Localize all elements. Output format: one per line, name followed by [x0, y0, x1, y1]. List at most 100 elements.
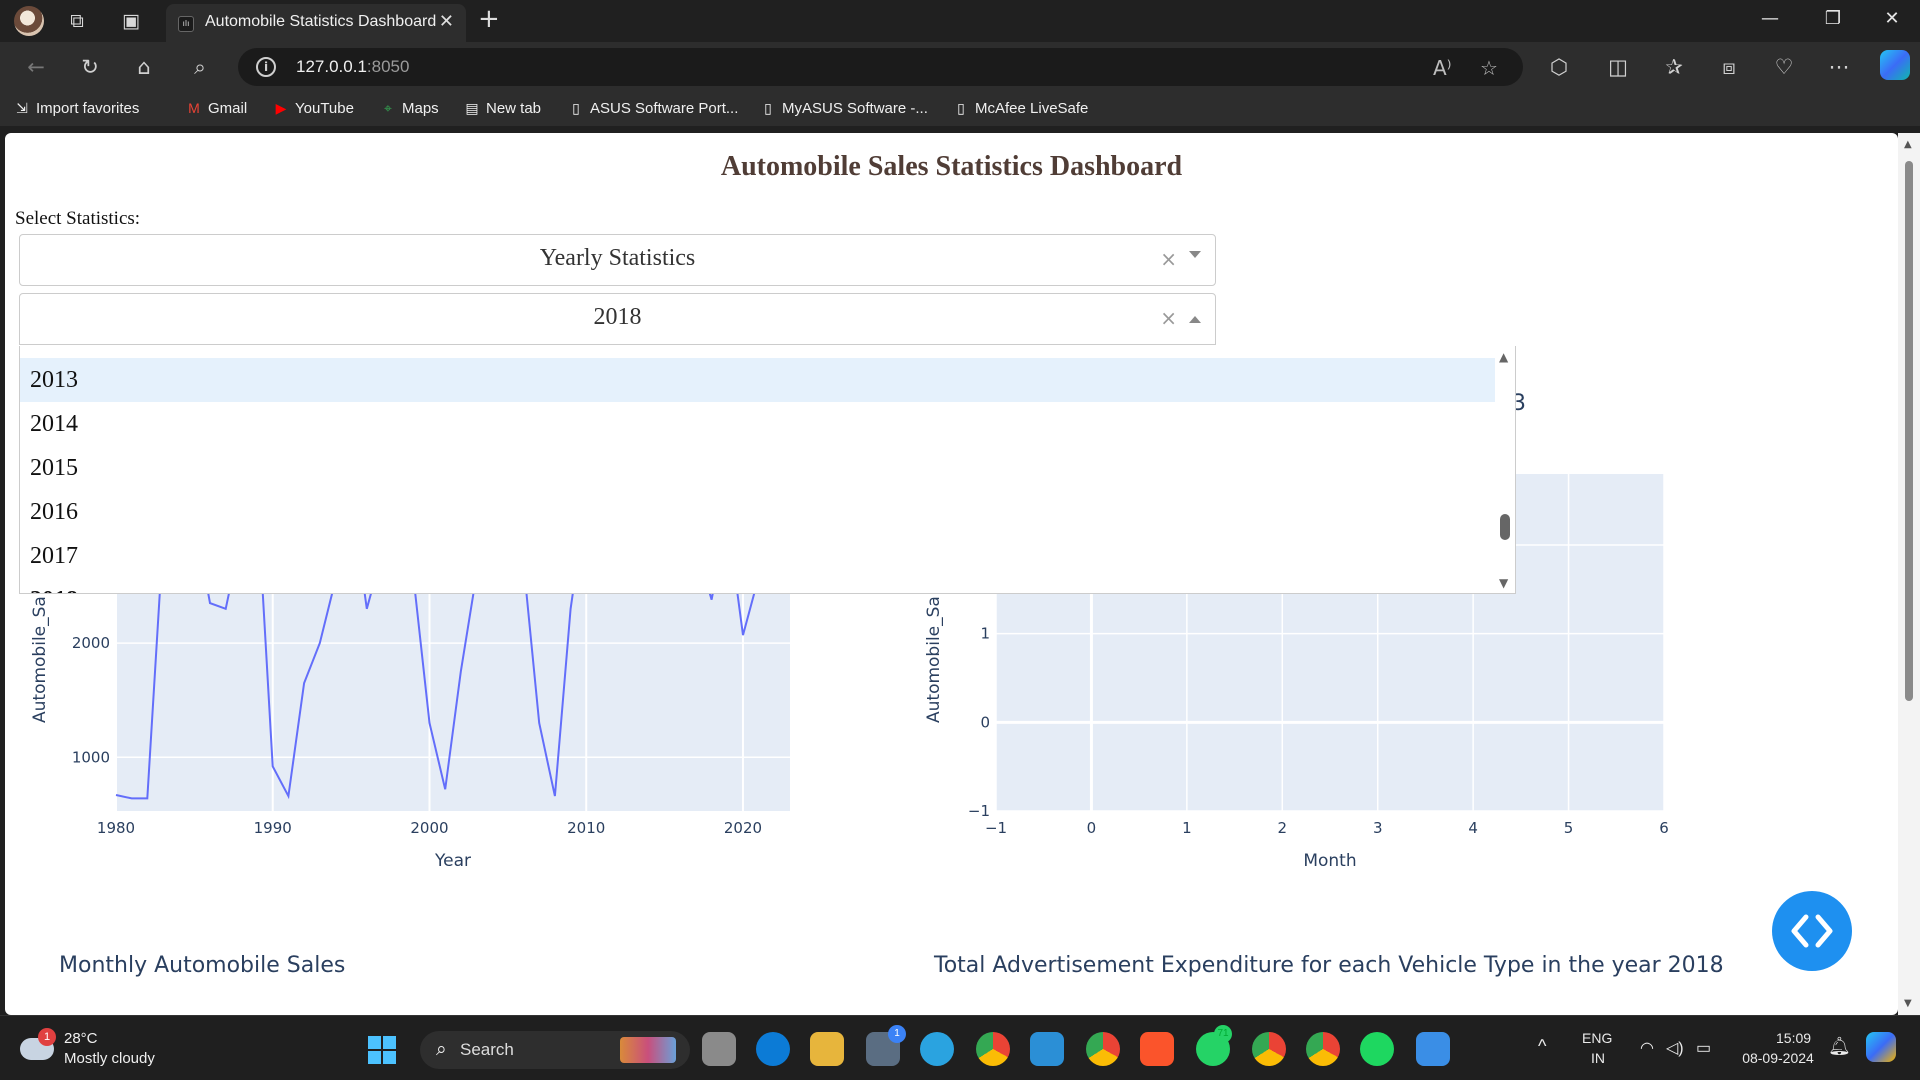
clock-time[interactable]: 15:09 [1776, 1030, 1811, 1046]
scroll-down-icon[interactable]: ▼ [1904, 998, 1912, 1009]
photos-icon[interactable] [1416, 1032, 1450, 1066]
copilot-icon[interactable] [1866, 1032, 1896, 1062]
fav-myasus[interactable]: ▯ MyASUS Software -... [760, 100, 928, 117]
page-scrollbar-thumb[interactable] [1905, 161, 1913, 701]
minimize-icon[interactable]: — [1750, 8, 1790, 29]
battery-icon[interactable]: ▭ [1696, 1038, 1711, 1058]
scroll-up-icon[interactable]: ▲ [1904, 139, 1912, 150]
option-2015[interactable]: 2015 [20, 446, 1496, 490]
y-axis-title: Automobile_Sa [30, 596, 50, 723]
collections-icon[interactable]: ⧈ [1715, 54, 1743, 80]
chrome-profile-icon[interactable] [1086, 1032, 1120, 1066]
chrome-profile-icon[interactable] [1306, 1032, 1340, 1066]
volume-icon[interactable]: ◁) [1666, 1038, 1684, 1058]
clock-date[interactable]: 08-09-2024 [1738, 1050, 1818, 1066]
language-bottom[interactable]: IN [1591, 1050, 1605, 1066]
weather-desc[interactable]: Mostly cloudy [64, 1050, 155, 1067]
option-2016[interactable]: 2016 [20, 490, 1496, 534]
search-icon[interactable]: ⌕ [186, 54, 214, 80]
tab-title: Automobile Statistics Dashboard [205, 13, 437, 30]
task-view-icon[interactable] [702, 1032, 736, 1066]
chrome-profile-icon[interactable] [1252, 1032, 1286, 1066]
fav-gmail[interactable]: M Gmail [186, 100, 247, 117]
youtube-icon: ▶ [275, 100, 287, 116]
favorite-star-icon[interactable]: ☆ [1480, 56, 1498, 80]
code-brackets-icon [1791, 914, 1833, 948]
extensions-icon[interactable]: ⬡ [1545, 54, 1573, 80]
close-window-icon[interactable]: ✕ [1872, 8, 1912, 29]
y-tick-label: 0 [980, 713, 990, 731]
x-tick-label: 2020 [724, 819, 762, 837]
weather-temp[interactable]: 28°C [64, 1030, 98, 1047]
profile-avatar[interactable] [14, 6, 44, 36]
telegram-icon[interactable] [920, 1032, 954, 1066]
option-2017[interactable]: 2017 [20, 534, 1496, 578]
site-info-icon[interactable]: i [256, 57, 276, 77]
year-dropdown-menu[interactable]: 2013 2014 2015 2016 2017 2018 ▲ ▼ [19, 346, 1516, 594]
read-aloud-icon[interactable]: A⁾ [1433, 56, 1452, 80]
fav-newtab[interactable]: ▤ New tab [464, 100, 541, 117]
search-icon: ⌕ [436, 1038, 447, 1060]
new-tab-plus-icon[interactable]: + [478, 4, 500, 34]
y-tick-label: 1 [980, 625, 990, 643]
workspaces-icon[interactable]: ⧉ [64, 9, 90, 33]
page-icon: ▯ [764, 100, 772, 116]
tab-close-icon[interactable]: ✕ [439, 11, 454, 32]
copilot-icon[interactable] [1880, 50, 1910, 80]
taskbar-search-label: Search [460, 1040, 514, 1059]
y-axis-title: Automobile_Sa [924, 596, 944, 723]
brave-icon[interactable] [1140, 1032, 1174, 1066]
x-tick-label: 2 [1278, 819, 1288, 837]
browser-essentials-icon[interactable]: ♡ [1770, 54, 1798, 80]
fav-maps[interactable]: ⌖ Maps [380, 100, 439, 117]
tab-active[interactable]: ılı Automobile Statistics Dashboard ✕ [166, 4, 466, 42]
page-scrollbar[interactable]: ▲ ▼ [1898, 133, 1920, 1015]
taskbar-search[interactable]: ⌕ Search [420, 1031, 690, 1069]
notification-bell-icon[interactable]: 🔔︎ [1828, 1036, 1851, 1057]
scroll-up-icon[interactable]: ▲ [1499, 350, 1508, 364]
newtab-icon: ▤ [465, 100, 479, 116]
option-2018[interactable]: 2018 [20, 578, 1496, 593]
split-screen-icon[interactable]: ◫ [1604, 54, 1632, 80]
tab-actions-icon[interactable]: ▣ [118, 9, 144, 33]
menu-scrollbar-thumb[interactable] [1500, 514, 1510, 540]
x-tick-label: 2010 [567, 819, 605, 837]
fav-import[interactable]: ⇲ Import favorites [14, 100, 139, 117]
url-bar[interactable]: i 127.0.0.1:8050 A⁾ ☆ [238, 48, 1523, 86]
option-2013[interactable]: 2013 [20, 358, 1496, 402]
chevron-up-icon[interactable]: ^ [1538, 1036, 1546, 1057]
dev-tools-fab[interactable] [1772, 891, 1852, 971]
refresh-icon[interactable]: ↻ [76, 54, 104, 80]
file-explorer-icon[interactable] [810, 1032, 844, 1066]
back-arrow-icon[interactable]: ← [22, 54, 50, 80]
x-tick-label: 4 [1468, 819, 1478, 837]
page-icon: ▯ [572, 100, 580, 116]
favorites-icon[interactable]: ✰ [1660, 54, 1688, 80]
maps-icon: ⌖ [384, 100, 392, 116]
windows-start-icon[interactable] [368, 1036, 396, 1064]
language-top[interactable]: ENG [1582, 1030, 1612, 1046]
wifi-icon[interactable]: ◠ [1640, 1038, 1654, 1058]
scroll-down-icon[interactable]: ▼ [1499, 576, 1508, 590]
address-toolbar: ← ↻ ⌂ ⌕ i 127.0.0.1:8050 A⁾ ☆ ⬡ ◫ ✰ ⧈ ♡ … [0, 42, 1920, 92]
x-tick-label: 1990 [254, 819, 292, 837]
option-2014[interactable]: 2014 [20, 402, 1496, 446]
x-axis-title: Month [1303, 851, 1356, 871]
dash-icon: ılı [178, 16, 194, 32]
home-icon[interactable]: ⌂ [130, 54, 158, 80]
chrome-icon[interactable] [976, 1032, 1010, 1066]
vscode-icon[interactable] [1030, 1032, 1064, 1066]
y-tick-label: −1 [968, 802, 990, 820]
windows-taskbar: 1 28°C Mostly cloudy ⌕ Search 1 71 ^ ENG… [0, 1015, 1920, 1080]
restore-icon[interactable]: ❐ [1813, 8, 1853, 29]
spotify-icon[interactable] [1360, 1032, 1394, 1066]
fav-mcafee[interactable]: ▯ McAfee LiveSafe [953, 100, 1088, 117]
menu-scrollbar[interactable]: ▲ ▼ [1495, 346, 1515, 593]
more-menu-icon[interactable]: ⋯ [1825, 54, 1853, 80]
edge-icon[interactable] [756, 1032, 790, 1066]
monthly-sales-title: Monthly Automobile Sales [59, 953, 346, 978]
fav-asus-portal[interactable]: ▯ ASUS Software Port... [568, 100, 738, 117]
x-axis-title: Year [434, 851, 471, 871]
fav-youtube[interactable]: ▶ YouTube [273, 100, 354, 117]
y-tick-label: 2000 [72, 634, 110, 652]
